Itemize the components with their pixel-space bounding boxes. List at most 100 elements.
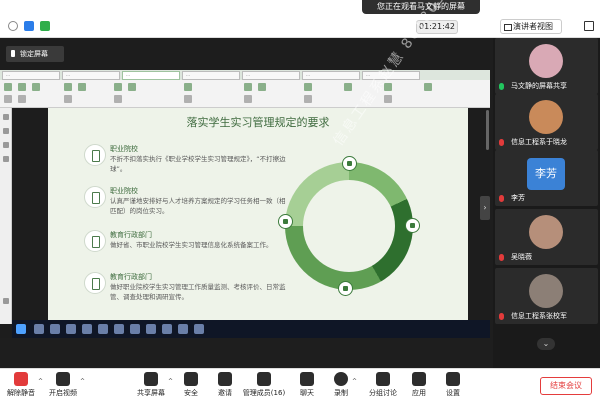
ribbon-tool-icon[interactable] [128, 83, 136, 91]
ribbon-tool-icon[interactable] [32, 83, 40, 91]
collapse-panel-button[interactable]: › [480, 196, 490, 220]
chevron-down-icon[interactable]: ⌄ [537, 338, 555, 350]
ribbon-tool-icon[interactable] [114, 95, 122, 103]
avatar [529, 100, 563, 134]
chevron-up-icon[interactable]: ^ [38, 378, 43, 385]
members-icon [257, 372, 271, 386]
app-icon[interactable] [82, 324, 92, 334]
document-tab[interactable]: … [2, 71, 60, 80]
avatar [529, 274, 563, 308]
lock-screen-button[interactable]: 锁定屏幕 [6, 46, 64, 62]
document-tab-active[interactable]: … [122, 71, 180, 80]
app-icon[interactable] [50, 324, 60, 334]
app-icon[interactable] [66, 324, 76, 334]
avatar [529, 44, 563, 78]
document-tab-strip: … … … … … … … [0, 70, 490, 80]
invite-icon [218, 372, 232, 386]
participant-tile[interactable]: 信息工程系张校军 [495, 268, 598, 324]
app-icon[interactable] [130, 324, 140, 334]
item-heading: 职业院校 [110, 187, 138, 195]
app-icon[interactable] [114, 324, 124, 334]
end-meeting-button[interactable]: 结束会议 [540, 377, 592, 395]
rail-tool-icon[interactable] [3, 114, 9, 120]
rail-tool-icon[interactable] [3, 128, 9, 134]
ribbon-tool-icon[interactable] [18, 83, 26, 91]
chat-icon [300, 372, 314, 386]
chevron-up-icon[interactable]: ^ [80, 378, 85, 385]
slide-title: 落实学生实习管理规定的要求 [186, 116, 330, 129]
chevron-up-icon[interactable]: ^ [352, 378, 357, 385]
share-screen-button[interactable]: 共享屏幕 [134, 371, 168, 399]
ribbon-tool-icon[interactable] [114, 83, 122, 91]
item-text: 做好省、市职业院校学生实习管理信息化系统备案工作。 [110, 241, 273, 249]
ribbon-tool-icon[interactable] [64, 95, 72, 103]
document-icon [84, 144, 106, 166]
ribbon-tool-icon[interactable] [244, 95, 252, 103]
participant-tile[interactable]: 马文静的屏幕共享 [495, 38, 598, 94]
view-mode-button[interactable]: 演讲者视图 [500, 19, 562, 34]
meeting-toolbar: 解除静音 ^ 开启视频 ^ 共享屏幕 ^ 安全 邀请 管理成员(16) 聊天 录… [0, 368, 600, 400]
ribbon-tool-icon[interactable] [18, 95, 26, 103]
info-icon[interactable] [8, 21, 18, 31]
security-button[interactable]: 安全 [180, 371, 202, 399]
grid-icon [278, 214, 293, 229]
participant-tile[interactable]: 信息工程系于晓龙 [495, 94, 598, 150]
participant-name: 吴晓薇 [511, 253, 532, 261]
start-icon[interactable] [16, 324, 26, 334]
app-icon[interactable] [146, 324, 156, 334]
item-text: 认真严谨地安排好与人才培养方案规定的学习任务相一致（相匹配）的岗位实习。 [110, 197, 286, 215]
rail-tool-icon[interactable] [3, 156, 9, 162]
fullscreen-icon[interactable] [584, 21, 594, 31]
breakout-rooms-button[interactable]: 分组讨论 [366, 371, 400, 399]
participant-panel: 马文静的屏幕共享 信息工程系于晓龙 李芳 李芳 吴晓薇 信息工程系张校军 ⌄ [493, 38, 600, 368]
shield-icon[interactable] [24, 21, 34, 31]
ribbon-tool-icon[interactable] [78, 83, 86, 91]
ribbon-tool-icon[interactable] [258, 83, 266, 91]
pencil-icon [338, 281, 353, 296]
app-icon[interactable] [178, 324, 188, 334]
ribbon-tool-icon[interactable] [4, 95, 12, 103]
start-video-button[interactable]: 开启视频 [46, 371, 80, 399]
unmute-button[interactable]: 解除静音 [4, 371, 38, 399]
avatar [529, 215, 563, 249]
app-icon[interactable] [194, 324, 204, 334]
manage-members-button[interactable]: 管理成员(16) [242, 371, 286, 399]
phone-icon [405, 218, 420, 233]
mic-muted-icon [499, 195, 504, 202]
ribbon-tool-icon[interactable] [304, 83, 312, 91]
record-button[interactable]: 录制 [330, 371, 352, 399]
document-tab[interactable]: … [62, 71, 120, 80]
rail-tool-icon[interactable] [3, 298, 9, 304]
participant-name: 信息工程系于晓龙 [511, 138, 567, 146]
chat-button[interactable]: 聊天 [296, 371, 318, 399]
ribbon-tool-icon[interactable] [64, 83, 72, 91]
settings-button[interactable]: 设置 [442, 371, 464, 399]
document-tab[interactable]: … [182, 71, 240, 80]
app-icon[interactable] [162, 324, 172, 334]
ribbon-tool-icon[interactable] [344, 83, 352, 91]
ribbon-tool-icon[interactable] [384, 95, 392, 103]
signal-icon[interactable] [40, 21, 50, 31]
ribbon-tool-icon[interactable] [4, 83, 12, 91]
item-text: 做好职业院校学生实习管理工作质量监测、考核评价、日常监管、调查处理和调研宣传。 [110, 283, 286, 301]
phone-icon [84, 186, 106, 208]
app-icon[interactable] [98, 324, 108, 334]
invite-button[interactable]: 邀请 [214, 371, 236, 399]
participant-tile[interactable]: 吴晓薇 [495, 209, 598, 265]
ribbon-tool-icon[interactable] [184, 83, 192, 91]
rail-tool-icon[interactable] [3, 142, 9, 148]
ribbon-tool-icon[interactable] [304, 95, 312, 103]
document-tab[interactable]: … [242, 71, 300, 80]
document-tab[interactable]: … [302, 71, 360, 80]
ribbon-tool-icon[interactable] [244, 83, 252, 91]
document-icon [342, 156, 357, 171]
wps-window-chrome: … … … … … … … [0, 70, 490, 108]
scrollbar[interactable] [486, 110, 489, 150]
record-icon [334, 372, 348, 386]
chevron-up-icon[interactable]: ^ [168, 378, 173, 385]
participant-tile[interactable]: 李芳 李芳 [495, 150, 598, 206]
app-icon[interactable] [34, 324, 44, 334]
ribbon-tool-icon[interactable] [424, 83, 432, 91]
ribbon-tool-icon[interactable] [184, 95, 192, 103]
apps-button[interactable]: 应用 [408, 371, 430, 399]
